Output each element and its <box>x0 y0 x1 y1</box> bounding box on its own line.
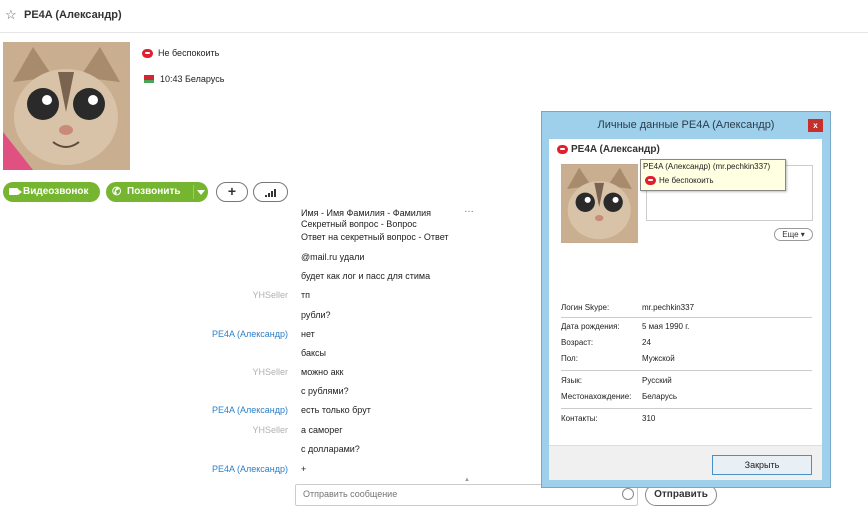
chat-message-partial: Имя - Имя Фамилия - Фамилия <box>301 208 431 216</box>
info-label: Пол: <box>561 354 578 363</box>
chat-message: тп <box>301 290 310 300</box>
dialog-title: Личные данные PE4A (Александр) <box>597 119 775 131</box>
info-label: Дата рождения: <box>561 322 620 331</box>
info-value: 5 мая 1990 г. <box>642 322 690 331</box>
status-line: Не беспокоить <box>142 48 220 59</box>
chat-message: Ответ на секретный вопрос - Ответ <box>301 232 449 242</box>
chat-message: есть только брут <box>301 405 371 415</box>
profile-dialog: Личные данные PE4A (Александр) x PE4A (А… <box>541 111 831 488</box>
video-call-button[interactable]: Видеозвонок <box>3 182 100 202</box>
local-time: 10:43 Беларусь <box>160 74 225 84</box>
info-value: Русский <box>642 376 672 385</box>
video-camera-icon <box>9 188 22 195</box>
chat-message: с долларами? <box>301 444 360 454</box>
contact-title: PE4A (Александр) <box>24 9 122 21</box>
emoticon-icon[interactable] <box>622 488 634 500</box>
info-divider <box>561 370 812 371</box>
chat-message: Секретный вопрос - Вопрос <box>301 219 417 229</box>
chat-message: баксы <box>301 348 326 358</box>
chat-message: с рублями? <box>301 386 349 396</box>
chat-message: а саморег <box>301 425 343 435</box>
message-input[interactable] <box>301 488 605 500</box>
dialog-footer: Закрыть <box>549 445 822 480</box>
status-text: Не беспокоить <box>158 48 220 58</box>
video-call-label: Видеозвонок <box>23 186 89 197</box>
info-divider <box>561 408 812 409</box>
chat-message: нет <box>301 329 315 339</box>
info-value: 24 <box>642 338 651 347</box>
close-button[interactable]: Закрыть <box>712 455 812 475</box>
info-divider <box>561 317 812 318</box>
info-value: 310 <box>642 414 656 423</box>
info-label: Язык: <box>561 376 582 385</box>
dialog-avatar <box>561 164 638 243</box>
chevron-down-icon[interactable] <box>197 190 205 195</box>
call-quality-button[interactable] <box>253 182 288 202</box>
more-button[interactable]: Еще ▾ <box>774 228 813 241</box>
do-not-disturb-icon <box>557 144 568 154</box>
chat-message: рубли? <box>301 310 331 320</box>
message-sender[interactable]: YHSeller <box>252 425 288 435</box>
call-button[interactable]: ✆ Позвонить <box>106 182 208 202</box>
do-not-disturb-icon <box>645 176 656 186</box>
info-label: Местонахождение: <box>561 392 632 401</box>
chat-message: @mail.ru удали <box>301 252 365 262</box>
more-icon[interactable]: … <box>464 204 474 215</box>
message-sender[interactable]: YHSeller <box>252 367 288 377</box>
header-divider <box>0 32 868 33</box>
title-row <box>0 0 868 32</box>
message-sender[interactable]: PE4A (Александр) <box>212 464 288 474</box>
close-icon[interactable]: x <box>808 119 823 132</box>
chat-message: будет как лог и пасс для стима <box>301 271 431 281</box>
info-value: Мужской <box>642 354 675 363</box>
chat-message: + <box>301 464 307 474</box>
contact-avatar[interactable] <box>3 42 130 170</box>
do-not-disturb-icon <box>142 49 153 59</box>
dialog-body: PE4A (Александр) PE4A (Александр) (mr.pe… <box>549 139 822 445</box>
add-participants-button[interactable]: + <box>216 182 248 202</box>
info-label: Возраст: <box>561 338 594 347</box>
tooltip-name: PE4A (Александр) (mr.pechkin337) <box>643 162 771 171</box>
message-sender[interactable]: PE4A (Александр) <box>212 329 288 339</box>
call-label: Позвонить <box>127 186 181 197</box>
message-sender[interactable]: PE4A (Александр) <box>212 405 288 415</box>
phone-icon: ✆ <box>112 186 122 198</box>
belarus-flag-icon <box>142 75 154 83</box>
info-label: Логин Skype: <box>561 303 610 312</box>
favorite-star-icon[interactable]: ☆ <box>5 7 17 23</box>
info-value: Беларусь <box>642 392 677 401</box>
info-value: mr.pechkin337 <box>642 303 695 312</box>
scroll-up-icon[interactable]: ▲ <box>464 477 470 483</box>
dialog-contact-name: PE4A (Александр) <box>557 144 660 155</box>
message-sender[interactable]: YHSeller <box>252 290 288 300</box>
contact-tooltip: PE4A (Александр) (mr.pechkin337) Не бесп… <box>640 159 786 191</box>
tooltip-status: Не беспокоить <box>645 176 714 186</box>
info-label: Контакты: <box>561 414 598 423</box>
chat-message: можно акк <box>301 367 344 377</box>
